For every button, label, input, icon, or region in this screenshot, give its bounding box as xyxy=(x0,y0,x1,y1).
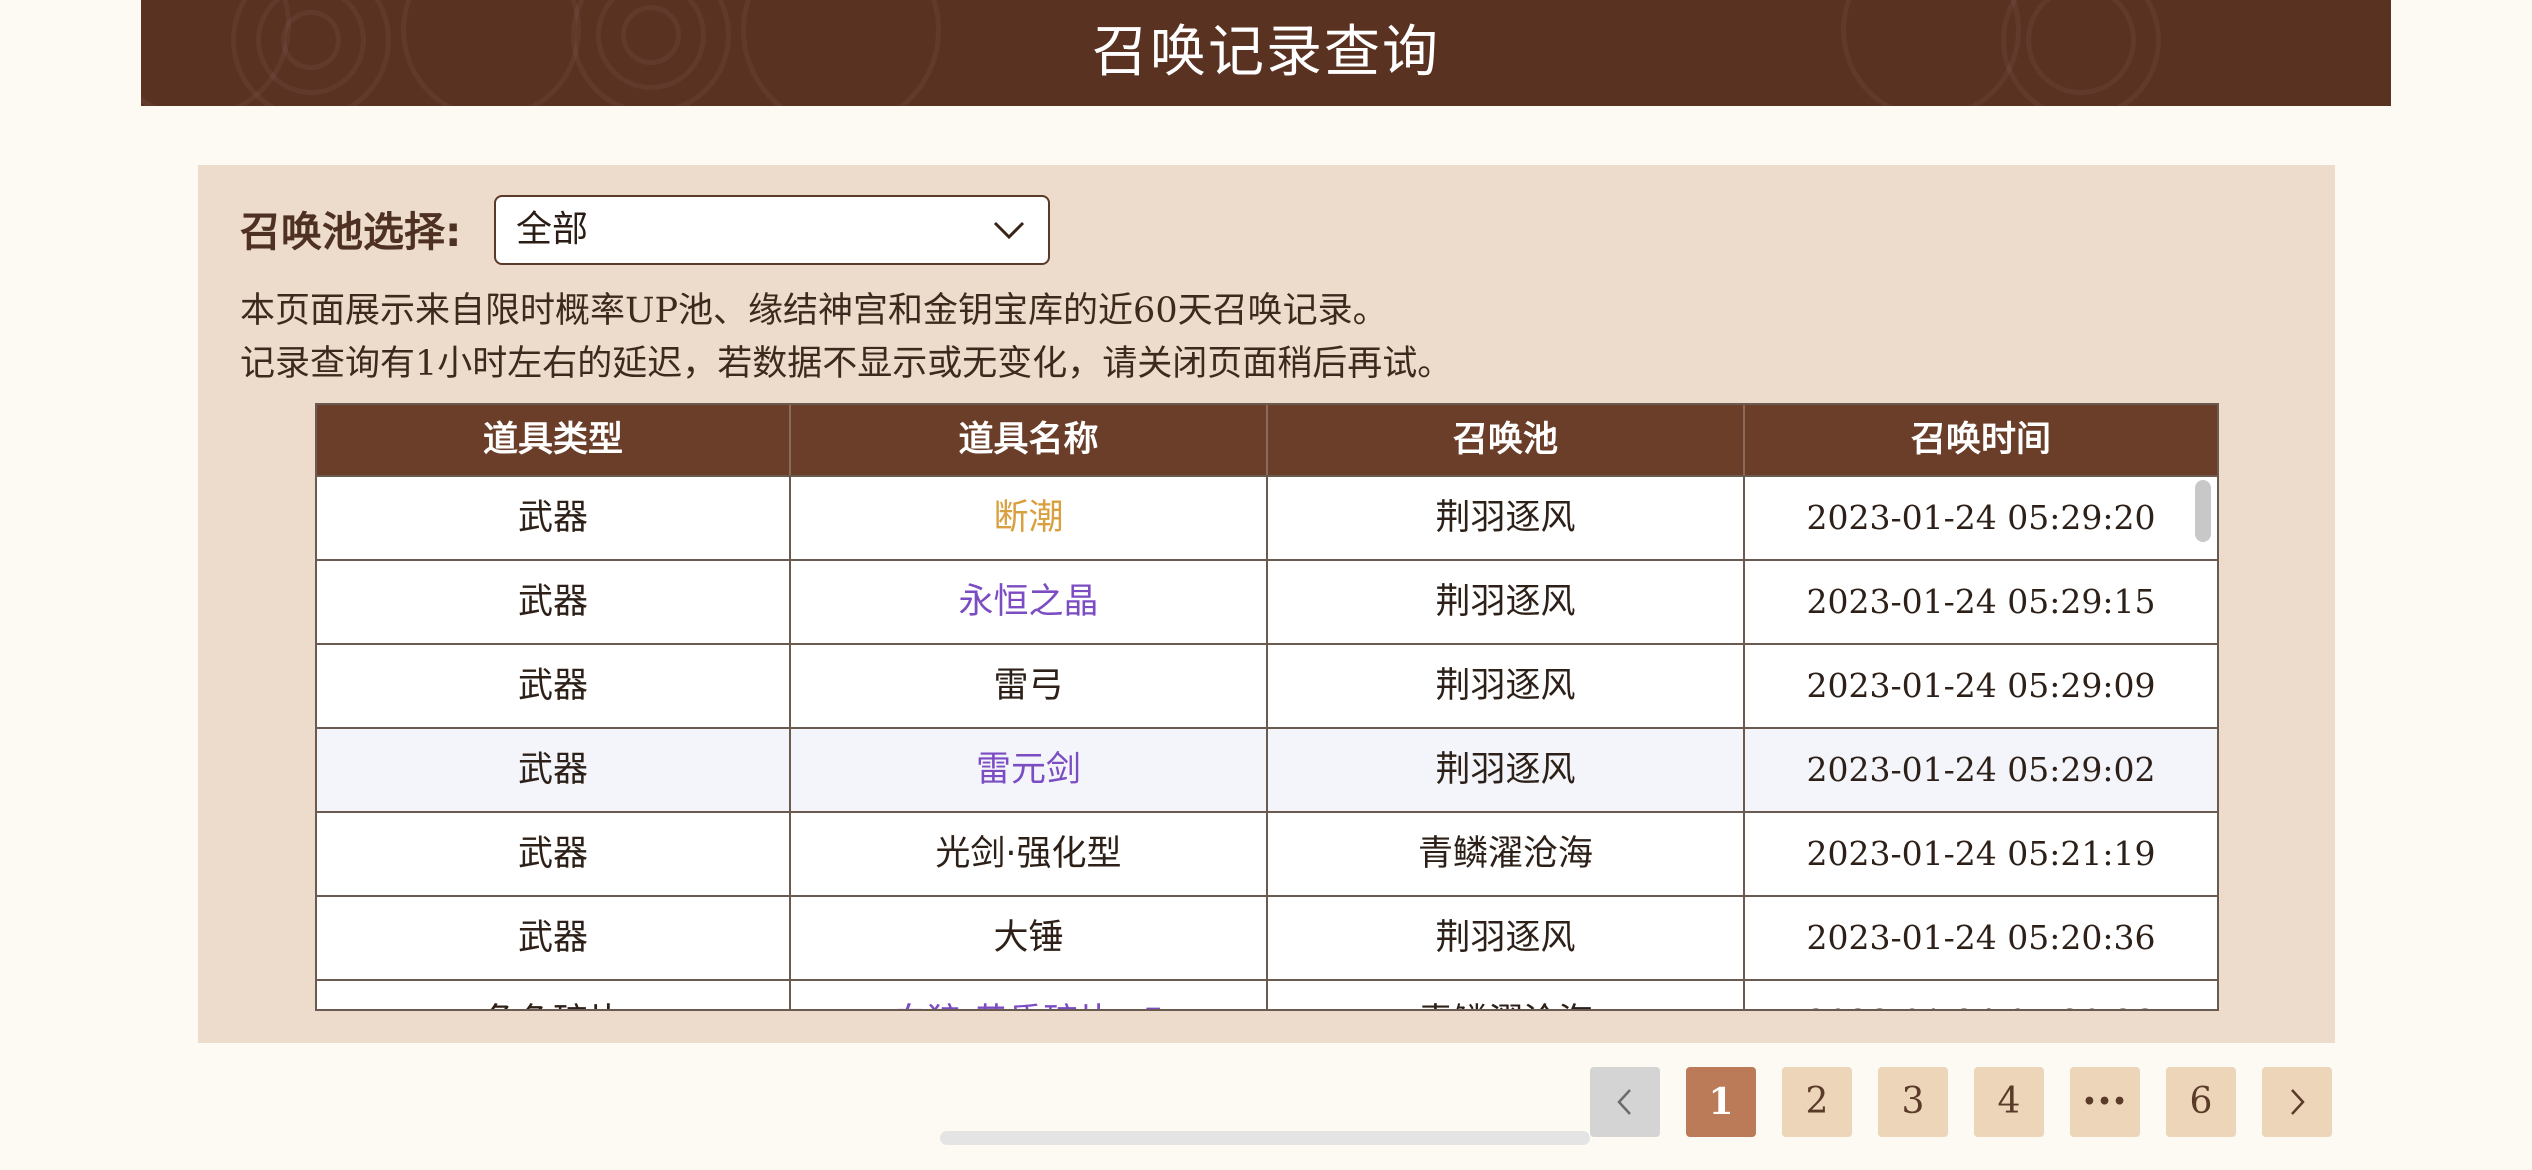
table-row: 武器 断潮 荆羽逐风 2023-01-24 05:29:20 xyxy=(317,475,2217,559)
prev-page-button[interactable] xyxy=(1590,1067,1660,1137)
cell-item-type: 武器 xyxy=(317,645,791,727)
records-table[interactable]: 道具类型 道具名称 召唤池 召唤时间 武器 断潮 荆羽逐风 2023-01-24 05… xyxy=(315,403,2219,1011)
cell-time: 2023-01-24 05:29:20 xyxy=(1806,498,2156,537)
table-row: 武器 雷元剑 荆羽逐风 2023-01-24 05:29:02 xyxy=(317,727,2217,811)
cell-item-type: 武器 xyxy=(317,477,791,559)
cell-item-type: 武器 xyxy=(317,897,791,979)
horizontal-scrollbar[interactable] xyxy=(940,1131,1590,1145)
chevron-right-icon xyxy=(2291,1089,2305,1115)
table-row: 武器 雷弓 荆羽逐风 2023-01-24 05:29:09 xyxy=(317,643,2217,727)
table-row: 武器 光剑·强化型 青鳞濯沧海 2023-01-24 05:21:19 xyxy=(317,811,2217,895)
column-header-type: 道具类型 xyxy=(317,405,791,475)
column-header-name: 道具名称 xyxy=(791,405,1268,475)
cell-time: 2023-01-24 05:21:19 xyxy=(1806,834,2156,873)
cell-time: 2023-01-24 05:29:02 xyxy=(1806,750,2156,789)
page-button-4[interactable]: 4 xyxy=(1974,1067,2044,1137)
cell-pool: 荆羽逐风 xyxy=(1268,729,1745,811)
cell-item-name: 大锤 xyxy=(791,897,1268,979)
table-body: 武器 断潮 荆羽逐风 2023-01-24 05:29:20 武器 永恒之晶 荆羽逐风 202… xyxy=(317,475,2217,1009)
cell-item-type: 武器 xyxy=(317,729,791,811)
next-page-button[interactable] xyxy=(2262,1067,2332,1137)
page-button-1[interactable]: 1 xyxy=(1686,1067,1756,1137)
table-row: 角色碎片白狼·黄昏碎片×5青鳞濯沧海2023-01-24 05:20:28 xyxy=(317,979,2217,1009)
cell-item-name: 雷弓 xyxy=(791,645,1268,727)
notice-line-2: 记录查询有1小时左右的延迟，若数据不显示或无变化，请关闭页面稍后再试。 xyxy=(240,344,1453,384)
cell-time: 2023-01-24 05:20:28 xyxy=(1745,981,2217,1009)
page-button-6[interactable]: 6 xyxy=(2166,1067,2236,1137)
pool-select[interactable]: 全部 xyxy=(494,195,1050,265)
page-title: 召唤记录查询 xyxy=(1092,20,1440,85)
cell-pool: 荆羽逐风 xyxy=(1268,645,1745,727)
column-header-time: 召唤时间 xyxy=(1910,420,2051,460)
page-button-3[interactable]: 3 xyxy=(1878,1067,1948,1137)
cell-time: 2023-01-24 05:29:09 xyxy=(1806,666,2156,705)
cell-pool: 荆羽逐风 xyxy=(1268,897,1745,979)
notice-line-1: 本页面展示来自限时概率UP池、缘结神宫和金钥宝库的近60天召唤记录。 xyxy=(240,291,1388,331)
cell-item-name: 永恒之晶 xyxy=(791,561,1268,643)
cell-time: 2023-01-24 05:20:36 xyxy=(1806,918,2156,957)
cell-item-type: 角色碎片 xyxy=(317,981,791,1009)
cell-pool: 荆羽逐风 xyxy=(1268,477,1745,559)
chevron-left-icon xyxy=(1617,1089,1631,1115)
table-row: 武器 永恒之晶 荆羽逐风 2023-01-24 05:29:15 xyxy=(317,559,2217,643)
dialog-header: 召唤记录查询 xyxy=(141,0,2391,106)
cell-pool: 青鳞濯沧海 xyxy=(1268,813,1745,895)
cell-time: 2023-01-24 05:29:15 xyxy=(1806,582,2156,621)
column-header-pool: 召唤池 xyxy=(1268,405,1745,475)
chevron-down-icon xyxy=(993,221,1025,240)
page-button-2[interactable]: 2 xyxy=(1782,1067,1852,1137)
cell-item-type: 武器 xyxy=(317,813,791,895)
cell-item-type: 武器 xyxy=(317,561,791,643)
pool-select-value: 全部 xyxy=(516,209,589,250)
cell-item-name: 白狼·黄昏碎片×5 xyxy=(791,981,1268,1009)
page-ellipsis-button[interactable]: ••• xyxy=(2070,1067,2140,1137)
table-row: 武器 大锤 荆羽逐风 2023-01-24 05:20:36 xyxy=(317,895,2217,979)
cell-pool: 青鳞濯沧海 xyxy=(1268,981,1745,1009)
cell-item-name: 光剑·强化型 xyxy=(791,813,1268,895)
cell-item-name: 雷元剑 xyxy=(791,729,1268,811)
table-scrollbar[interactable] xyxy=(2195,480,2211,542)
cell-pool: 荆羽逐风 xyxy=(1268,561,1745,643)
cell-item-name: 断潮 xyxy=(791,477,1268,559)
pool-filter-label: 召唤池选择: xyxy=(240,208,462,256)
table-header: 道具类型 道具名称 召唤池 召唤时间 xyxy=(317,405,2217,475)
